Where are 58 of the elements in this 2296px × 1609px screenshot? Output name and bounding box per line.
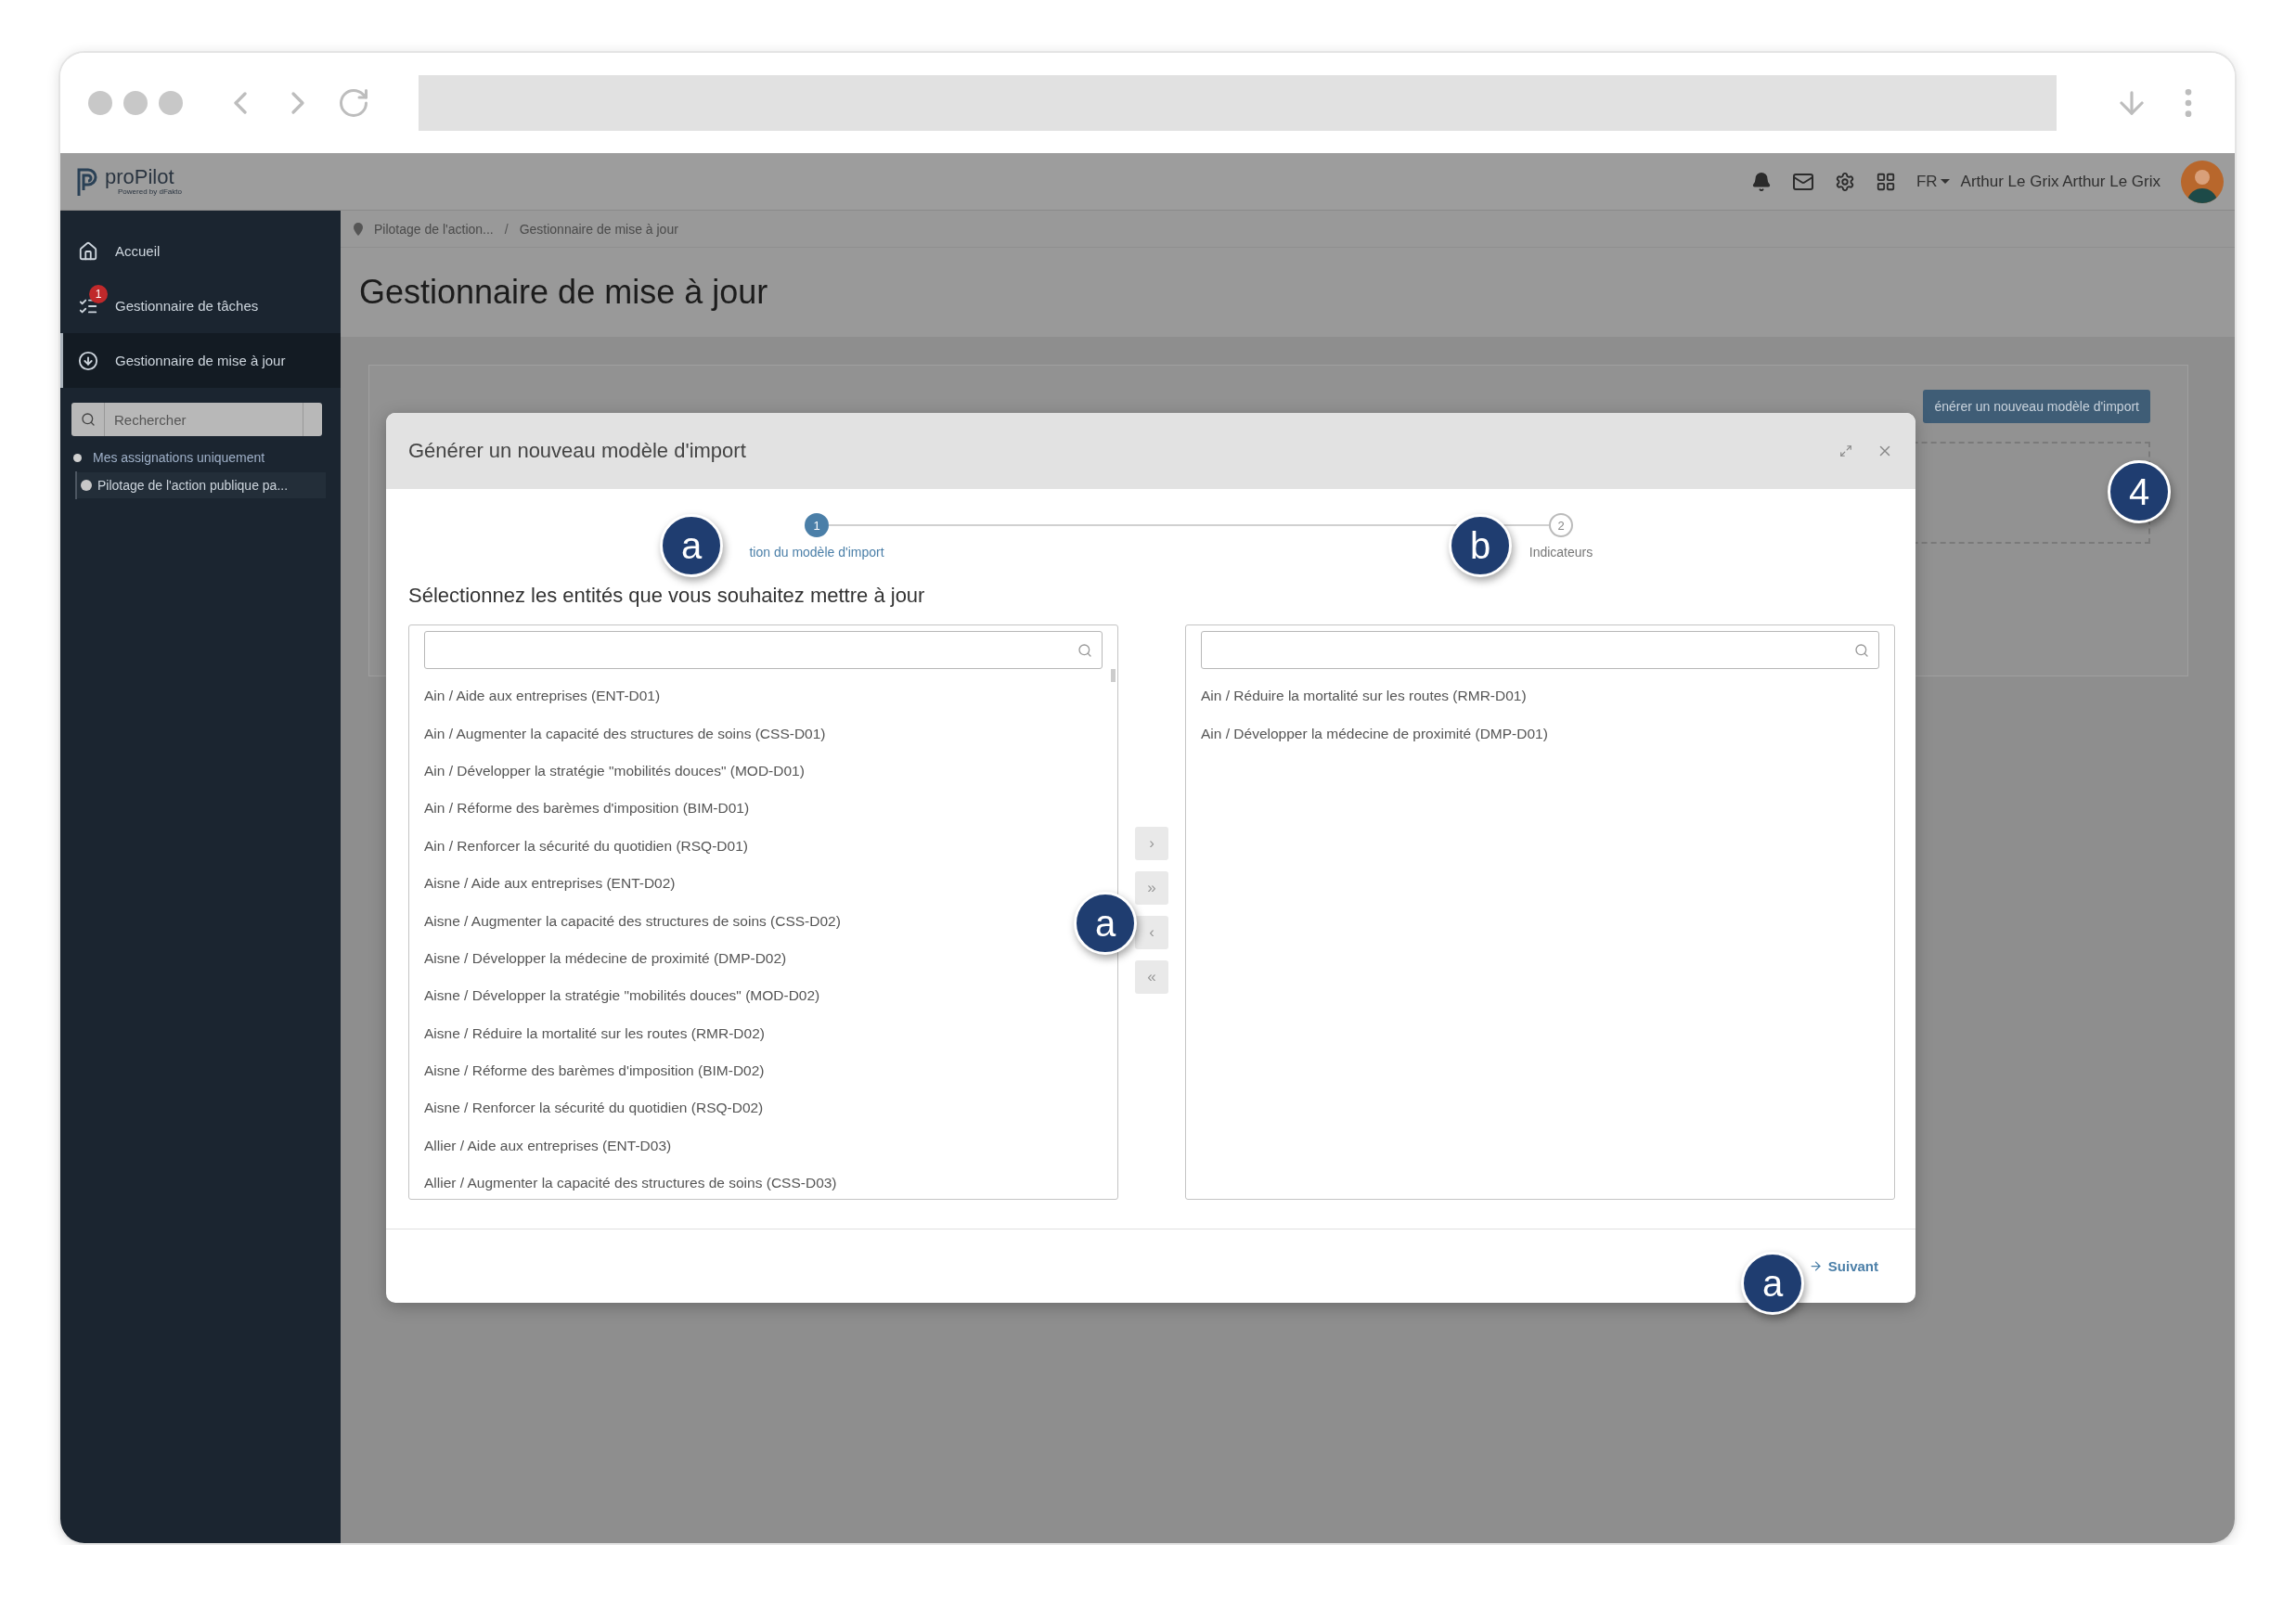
list-item[interactable]: Ain / Aide aux entreprises (ENT-D01) (424, 677, 661, 715)
search-icon (1077, 642, 1092, 658)
logo-tagline: Powered by dFakto (118, 187, 182, 196)
search-icon (80, 412, 96, 427)
count-badge: 1 (89, 284, 108, 303)
breadcrumb-separator: / (504, 221, 509, 237)
dialog-title: Générer un nouveau modèle d'import (408, 439, 746, 463)
apps-grid-icon[interactable] (1875, 171, 1896, 192)
address-bar[interactable] (419, 75, 2057, 131)
sidebar-icon (78, 350, 98, 371)
radio-dot[interactable] (73, 453, 82, 462)
window-dot[interactable] (123, 91, 148, 115)
list-item[interactable]: Aisne / Aide aux entreprises (ENT-D02) (424, 864, 676, 903)
sidebar-item[interactable]: Gestionnaire de mise à jour (60, 333, 341, 388)
list-item[interactable]: Aisne / Renforcer la sécurité du quotidien (RSQ-D02) (424, 1089, 764, 1127)
list-item[interactable]: Aisne / Développer la stratégie "mobilités douces" (MOD-D02) (424, 977, 820, 1015)
list-item[interactable]: Ain / Développer la stratégie "mobilités douces" (MOD-D01) (424, 752, 805, 791)
list-item[interactable]: Ain / Réforme des barèmes d'imposition (BIM-D01) (424, 790, 750, 828)
list-item[interactable]: Aisne / Réduire la mortalité sur les routes (RMR-D02) (424, 1014, 765, 1052)
page-title: Gestionnaire de mise à jour (359, 273, 768, 312)
instruction-text: Sélectionnez les entités que vous souhaitez mettre à jour (408, 584, 926, 608)
location-pin-icon (354, 222, 363, 236)
arrow-right-icon (1808, 1259, 1823, 1273)
scrollbar-thumb[interactable] (1111, 669, 1116, 682)
list-item[interactable]: Allier / Augmenter la capacité des structures de soins (CSS-D03) (424, 1165, 837, 1199)
sidebar-item[interactable]: 1 Gestionnaire de tâches (60, 278, 341, 333)
user-name[interactable]: Arthur Le Grix Arthur Le Grix (1960, 172, 2161, 191)
list-item[interactable]: Aisne / Réforme des barèmes d'imposition (BIM-D02) (424, 1051, 765, 1090)
list-search-field[interactable] (424, 631, 1103, 669)
avatar[interactable] (2181, 160, 2224, 203)
language-selector[interactable]: FR (1915, 172, 1950, 191)
next-button[interactable]: Suivant (1802, 1257, 1884, 1275)
reload-icon[interactable] (337, 86, 370, 120)
list-item[interactable]: Ain / Réduire la mortalité sur les routes (RMR-D01) (1201, 677, 1527, 715)
list-item[interactable]: Allier / Aide aux entreprises (ENT-D03) (424, 1126, 672, 1165)
window-dot[interactable] (88, 91, 112, 115)
step-number[interactable]: 1 (805, 513, 829, 537)
search-icon (1854, 642, 1869, 658)
notification-icon[interactable] (1750, 171, 1772, 192)
filter-label[interactable]: Mes assignations uniquement (93, 450, 265, 465)
step-number[interactable]: 2 (1549, 513, 1573, 537)
maximize-icon[interactable] (1839, 444, 1852, 457)
window-dot[interactable] (159, 91, 183, 115)
step-label[interactable]: tion du modèle d'import (749, 545, 884, 560)
list-item[interactable]: Ain / Renforcer la sécurité du quotidien (RSQ-D01) (424, 827, 748, 865)
settings-icon[interactable] (1834, 171, 1855, 192)
sidebar-item[interactable]: Accueil (60, 224, 341, 278)
list-item[interactable]: Aisne / Augmenter la capacité des structures de soins (CSS-D02) (424, 902, 841, 940)
tree-item[interactable]: Pilotage de l'action publique pa... (77, 472, 326, 498)
generate-button[interactable]: énérer un nouveau modèle d'import (1923, 390, 2150, 423)
list-item[interactable]: Aisne / Développer la médecine de proximité (DMP-D02) (424, 939, 787, 978)
list-item[interactable]: Ain / Augmenter la capacité des structures de soins (CSS-D01) (424, 714, 826, 753)
sidebar-search-field[interactable]: Rechercher (71, 403, 322, 436)
sidebar-icon (78, 240, 98, 262)
list-item[interactable]: Ain / Développer la médecine de proximité (DMP-D01) (1201, 714, 1548, 753)
step-label[interactable]: Indicateurs (1529, 545, 1593, 560)
list-search-field[interactable] (1201, 631, 1879, 669)
logo-name: proPilot (105, 167, 175, 187)
